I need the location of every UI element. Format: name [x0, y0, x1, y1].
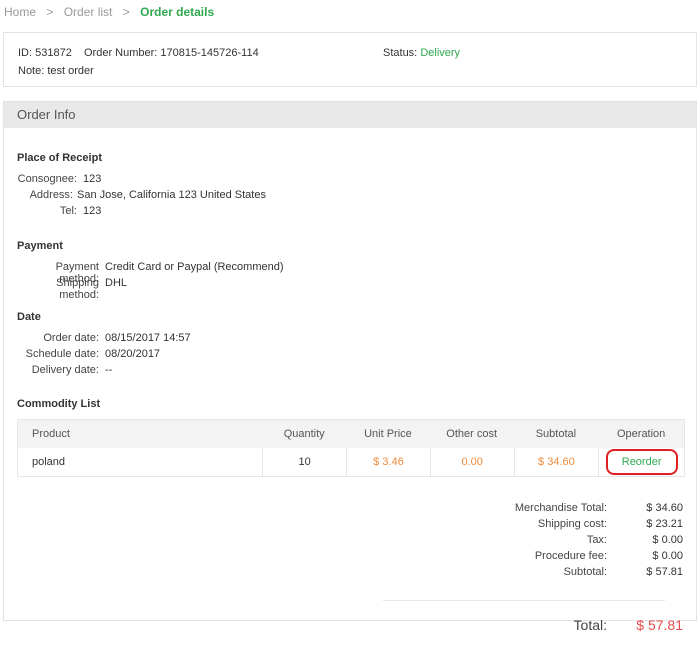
breadcrumb: Home > Order list > Order details [4, 5, 214, 19]
delivery-date-label: Delivery date: [31, 364, 99, 376]
column-header-unit-price: Unit Price [364, 428, 412, 440]
delivery-date-value: -- [105, 364, 113, 376]
order-totals: Merchandise Total: $ 34.60 Shipping cost… [383, 500, 683, 633]
consignee-label: Consognee: [17, 173, 77, 185]
breadcrumb-separator: > [46, 5, 54, 19]
tel-label: Tel: [59, 205, 77, 217]
order-info-panel: Order Info Place of Receipt Consognee: 1… [3, 101, 697, 633]
order-id: ID: 531872 [18, 47, 72, 59]
order-id-label: ID: [18, 47, 33, 59]
operation-cell: Reorder [598, 448, 684, 476]
consignee-value: 123 [83, 173, 102, 185]
shipping-method-label: Shipping method: [56, 277, 99, 301]
breadcrumb-home[interactable]: Home [4, 5, 36, 19]
delivery-date-row: Delivery date: -- [17, 364, 113, 376]
consignee-row: Consognee: 123 [17, 173, 102, 185]
schedule-date-value: 08/20/2017 [105, 348, 161, 360]
payment-method-value: Credit Card or Paypal (Recommend) [105, 261, 284, 273]
tel-value: 123 [83, 205, 102, 217]
schedule-date-label: Schedule date: [25, 348, 99, 360]
product-cell: poland [32, 456, 66, 468]
status-label: Status: [383, 47, 418, 59]
merchandise-total-value: $ 34.60 [646, 502, 683, 514]
subtotal-value: $ 57.81 [646, 566, 683, 578]
breadcrumb-separator: > [122, 5, 130, 19]
order-status: Status: Delivery [383, 47, 460, 59]
order-info-title: Order Info [4, 102, 696, 128]
reorder-button[interactable]: Reorder [605, 449, 678, 475]
order-note: Note: test order [18, 65, 94, 77]
column-header-subtotal: Subtotal [535, 428, 577, 440]
date-title: Date [17, 311, 41, 323]
address-label: Address: [29, 189, 73, 201]
procedure-fee-value: $ 0.00 [652, 550, 683, 562]
order-id-value: 531872 [35, 47, 72, 59]
place-of-receipt-title: Place of Receipt [17, 152, 102, 164]
grand-total-value: $ 57.81 [636, 617, 683, 633]
order-number: Order Number: 170815-145726-114 [84, 47, 259, 59]
column-header-product: Product [32, 428, 70, 440]
order-date-row: Order date: 08/15/2017 14:57 [17, 332, 191, 344]
tax-label: Tax: [586, 534, 607, 546]
procedure-fee-label: Procedure fee: [534, 550, 607, 562]
procedure-fee-row: Procedure fee: $ 0.00 [383, 548, 683, 564]
status-badge: Delivery [420, 47, 461, 59]
totals-divider [383, 600, 665, 601]
schedule-date-row: Schedule date: 08/20/2017 [17, 348, 160, 360]
column-header-operation: Operation [616, 428, 666, 440]
order-number-label: Order Number: [84, 47, 158, 59]
shipping-cost-row: Shipping cost: $ 23.21 [383, 516, 683, 532]
tax-value: $ 0.00 [652, 534, 683, 546]
address-row: Address: San Jose, California 123 United… [17, 189, 266, 201]
shipping-method-value: DHL [105, 277, 128, 289]
table-row: poland 10 $ 3.46 0.00 $ 34.60 Reorder [18, 448, 684, 476]
subtotal-row: Subtotal: $ 57.81 [383, 564, 683, 580]
order-number-value: 170815-145726-114 [160, 47, 259, 59]
payment-title: Payment [17, 240, 63, 252]
tel-row: Tel: 123 [17, 205, 101, 217]
commodity-list-title: Commodity List [17, 398, 101, 410]
column-header-other-cost: Other cost [446, 428, 498, 440]
breadcrumb-order-list[interactable]: Order list [64, 5, 113, 19]
grand-total-row: Total: $ 57.81 [383, 617, 683, 633]
tax-row: Tax: $ 0.00 [383, 532, 683, 548]
merchandise-total-row: Merchandise Total: $ 34.60 [383, 500, 683, 516]
other-cost-cell: 0.00 [429, 448, 514, 476]
address-value: San Jose, California 123 United States [77, 189, 266, 201]
quantity-cell: 10 [262, 448, 346, 476]
order-date-label: Order date: [43, 332, 99, 344]
subtotal-cell: $ 34.60 [513, 448, 599, 476]
order-date-value: 08/15/2017 14:57 [105, 332, 191, 344]
grand-total-label: Total: [573, 617, 607, 633]
shipping-cost-value: $ 23.21 [646, 518, 683, 530]
breadcrumb-current: Order details [140, 5, 215, 19]
note-label: Note: [18, 65, 45, 77]
order-summary: ID: 531872 Order Number: 170815-145726-1… [3, 32, 697, 87]
commodity-table: Product Quantity Unit Price Other cost S… [17, 419, 685, 477]
shipping-cost-label: Shipping cost: [537, 518, 607, 530]
note-value: test order [47, 65, 94, 77]
shipping-method-row: Shipping method: DHL [17, 277, 127, 301]
table-header-row: Product Quantity Unit Price Other cost S… [18, 420, 684, 448]
merchandise-total-label: Merchandise Total: [514, 502, 607, 514]
subtotal-label: Subtotal: [563, 566, 607, 578]
column-header-quantity: Quantity [283, 428, 325, 440]
unit-price-cell: $ 3.46 [346, 448, 430, 476]
